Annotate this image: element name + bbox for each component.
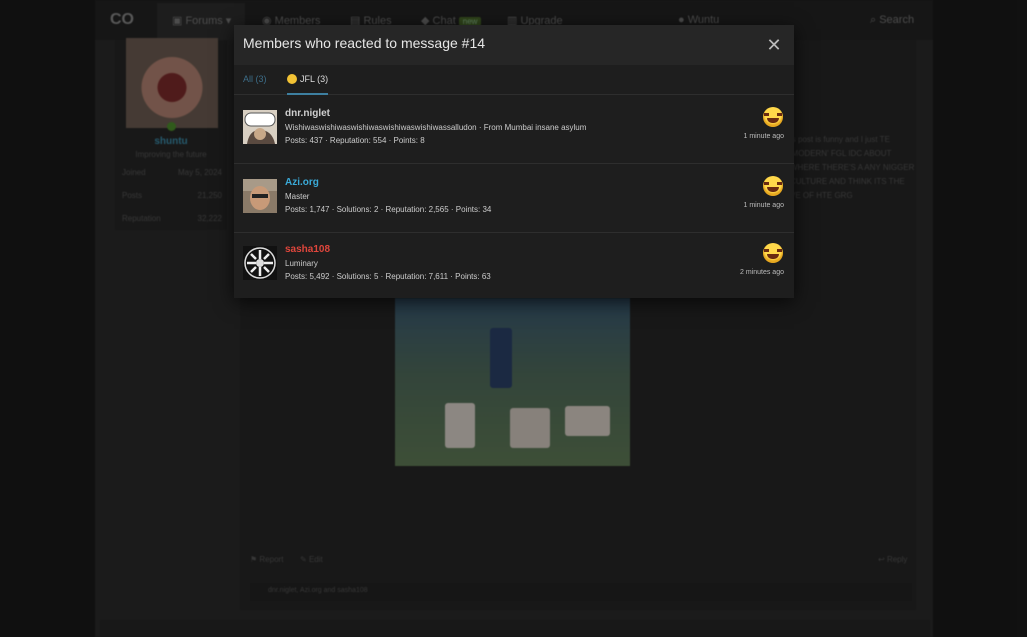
close-icon[interactable]: ✕ [764,35,784,55]
reaction-row: dnr.niglet Wishiwaswishiwaswishiwaswishi… [234,95,794,164]
member-stats: Posts: 5,492 · Solutions: 5 · Reputation… [285,272,491,281]
member-title: Wishiwaswishiwaswishiwaswishiwaswishiwas… [285,123,587,132]
member-title: Luminary [285,259,318,268]
reactions-modal: Members who reacted to message #14 ✕ All… [234,25,794,298]
member-stats: Posts: 437 · Reputation: 554 · Points: 8 [285,136,425,145]
avatar-image [243,110,277,144]
member-avatar[interactable] [243,179,277,213]
member-name[interactable]: dnr.niglet [285,108,330,119]
reaction-time: 1 minute ago [743,133,784,140]
member-title: Master [285,192,310,201]
laughing-emoji-icon [763,176,783,196]
reaction-row: sasha108 Luminary Posts: 5,492 · Solutio… [234,231,794,299]
member-name[interactable]: Azi.org [285,177,319,188]
reaction-tabs: All (3) JFL (3) [234,65,794,95]
modal-header: Members who reacted to message #14 ✕ [234,25,794,65]
avatar-image [243,179,277,213]
member-avatar[interactable] [243,110,277,144]
avatar-image [243,246,277,280]
tab-jfl[interactable]: JFL (3) [287,65,329,95]
laughing-emoji-icon [763,107,783,127]
laughing-emoji-icon [763,243,783,263]
reaction-time: 2 minutes ago [740,269,784,276]
member-name[interactable]: sasha108 [285,244,330,255]
tab-jfl-label: JFL (3) [300,74,329,84]
laughing-emoji-icon [287,73,297,84]
member-stats: Posts: 1,747 · Solutions: 2 · Reputation… [285,205,492,214]
member-avatar[interactable] [243,246,277,280]
reaction-row: Azi.org Master Posts: 1,747 · Solutions:… [234,164,794,233]
reaction-time: 1 minute ago [743,202,784,209]
tab-all[interactable]: All (3) [243,65,267,93]
modal-title: Members who reacted to message #14 [243,35,486,51]
